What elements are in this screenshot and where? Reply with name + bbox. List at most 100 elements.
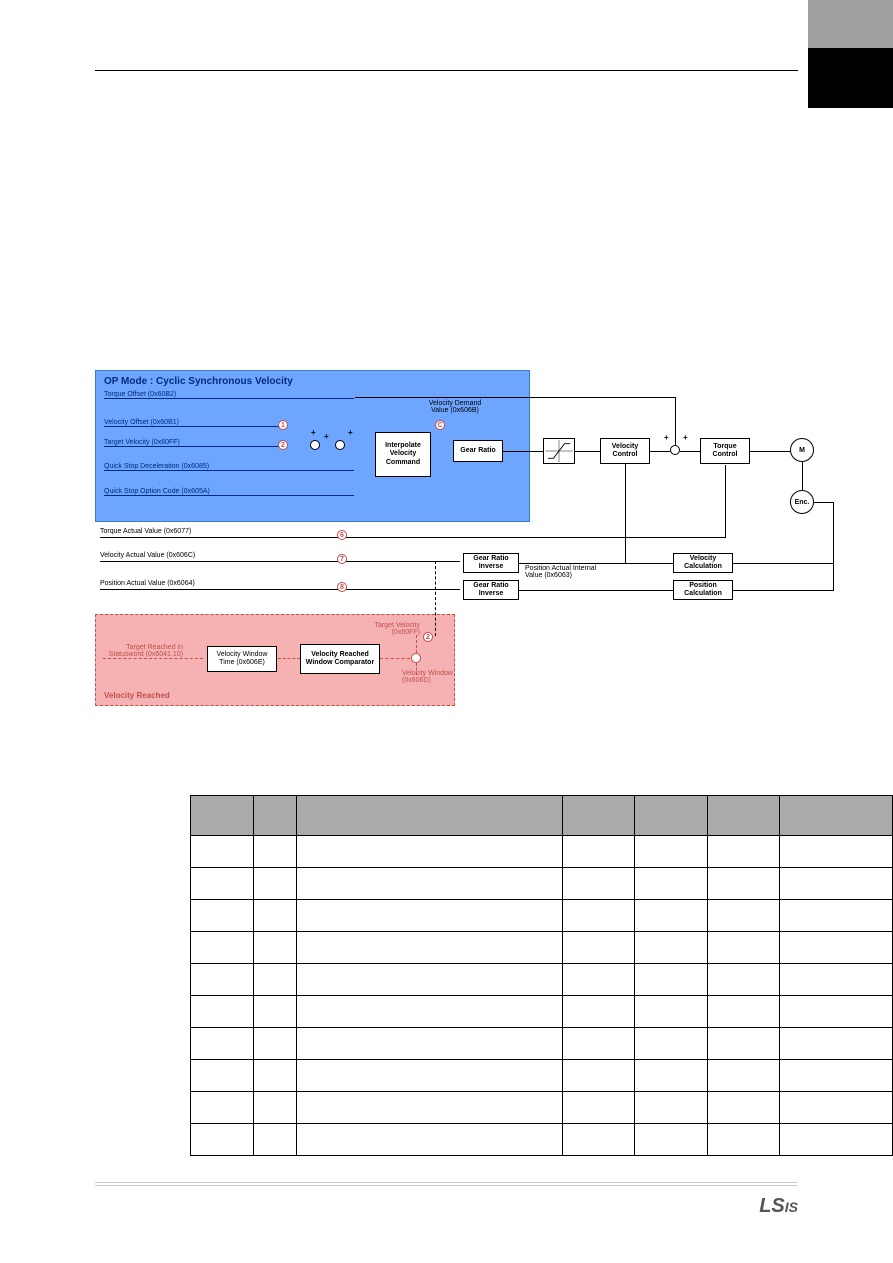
table-cell [635, 964, 707, 996]
table-cell [779, 1060, 892, 1092]
velocity-calculation-box: Velocity Calculation [673, 553, 733, 573]
table-cell [635, 836, 707, 868]
table-row [191, 868, 893, 900]
sum-1 [310, 440, 320, 450]
table-cell [297, 900, 563, 932]
table-row [191, 900, 893, 932]
table-cell [191, 1060, 254, 1092]
table-cell [191, 868, 254, 900]
header-gray-block [808, 0, 893, 50]
header-black-block [808, 48, 893, 108]
torque-actual-label: Torque Actual Value (0x6077) [100, 528, 191, 535]
table-cell [254, 1092, 297, 1124]
badge-2b: 2 [423, 632, 433, 642]
table-row [191, 964, 893, 996]
table-row [191, 932, 893, 964]
th-3 [297, 796, 563, 836]
badge-1: 1 [278, 420, 288, 430]
position-calculation-box: Position Calculation [673, 580, 733, 600]
gear-ratio-box: Gear Ratio [453, 440, 503, 462]
table-cell [254, 996, 297, 1028]
velocity-demand-label: Velocity Demand Value (0x606B) [425, 400, 485, 414]
table-cell [191, 836, 254, 868]
table-cell [779, 1028, 892, 1060]
op-mode-title: OP Mode : Cyclic Synchronous Velocity [104, 376, 293, 387]
table-cell [707, 964, 779, 996]
table-cell [297, 1092, 563, 1124]
table-cell [779, 1092, 892, 1124]
sum-3 [670, 445, 680, 455]
th-5 [635, 796, 707, 836]
table-cell [707, 1124, 779, 1156]
th-6 [707, 796, 779, 836]
position-actual-internal-label: Position Actual Internal Value (0x6063) [525, 565, 605, 579]
table-cell [562, 996, 634, 1028]
table-cell [191, 964, 254, 996]
table-cell [254, 932, 297, 964]
sum-2 [335, 440, 345, 450]
table-cell [562, 1060, 634, 1092]
table-cell [635, 900, 707, 932]
table-cell [562, 932, 634, 964]
table-header-row [191, 796, 893, 836]
table-cell [254, 1060, 297, 1092]
table-cell [254, 1124, 297, 1156]
table-row [191, 836, 893, 868]
velocity-control-box: Velocity Control [600, 438, 650, 464]
table-cell [635, 1092, 707, 1124]
objects-table [190, 795, 893, 1156]
table-cell [779, 836, 892, 868]
table-cell [635, 1028, 707, 1060]
table-row [191, 996, 893, 1028]
header-rule [95, 70, 798, 71]
table-cell [779, 996, 892, 1028]
target-velocity-0x60ff-label: Target Velocity (0x60FF) [350, 622, 420, 636]
torque-offset-label: Torque Offset (0x60B2) [104, 391, 176, 398]
table-cell [707, 900, 779, 932]
table-cell [562, 1124, 634, 1156]
badge-6: 6 [337, 530, 347, 540]
table-cell [635, 868, 707, 900]
table-row [191, 1060, 893, 1092]
table-cell [779, 1124, 892, 1156]
badge-7: 7 [337, 554, 347, 564]
target-reached-status-label: Target Reached in Statusword (0x6041.10) [103, 644, 183, 658]
table-cell [191, 1092, 254, 1124]
table-cell [297, 1060, 563, 1092]
table-cell [635, 1060, 707, 1092]
table-cell [562, 836, 634, 868]
table-cell [254, 836, 297, 868]
table-cell [562, 1028, 634, 1060]
velocity-window-label: Velocity Window (0x606D) [402, 670, 462, 684]
th-4 [562, 796, 634, 836]
quick-stop-decel-label: Quick Stop Deceleration (0x6085) [104, 463, 209, 470]
table-cell [254, 900, 297, 932]
th-7 [779, 796, 892, 836]
table-cell [562, 964, 634, 996]
table-cell [707, 996, 779, 1028]
table-cell [254, 964, 297, 996]
m-circle: M [790, 438, 814, 462]
quick-stop-option-label: Quick Stop Option Code (0x605A) [104, 488, 210, 495]
table-cell [779, 964, 892, 996]
interpolate-box: Interpolate Velocity Command [375, 432, 431, 477]
velocity-window-time-box: Velocity Window Time (0x606E) [207, 646, 277, 672]
table-row [191, 1124, 893, 1156]
table-row [191, 1092, 893, 1124]
table-cell [297, 1028, 563, 1060]
target-velocity-label: Target Velocity (0x60FF) [104, 439, 180, 446]
table-cell [254, 868, 297, 900]
position-actual-label: Position Actual Value (0x6064) [100, 580, 195, 587]
velocity-reached-comparator-box: Velocity Reached Window Comparator [300, 644, 380, 674]
velocity-offset-label: Velocity Offset (0x60B1) [104, 419, 179, 426]
table-cell [191, 1124, 254, 1156]
table-cell [297, 868, 563, 900]
limiter-box [543, 438, 575, 464]
table-cell [254, 1028, 297, 1060]
table-cell [191, 996, 254, 1028]
sum-vr [411, 653, 421, 663]
table-row [191, 1028, 893, 1060]
badge-2: 2 [278, 440, 288, 450]
table-cell [297, 1124, 563, 1156]
table-cell [779, 900, 892, 932]
